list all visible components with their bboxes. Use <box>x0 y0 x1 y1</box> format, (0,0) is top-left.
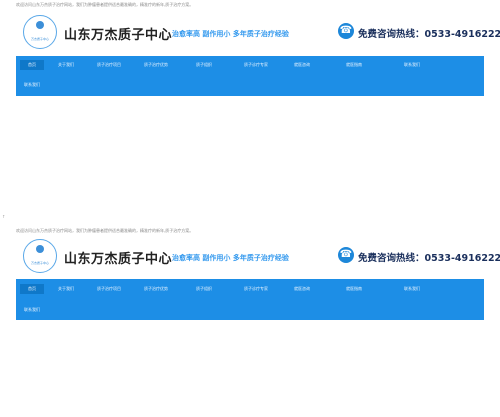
logo-emblem-icon <box>36 21 44 29</box>
nav-item-consult[interactable]: 就医咨询 <box>294 60 310 70</box>
welcome-text: 欢迎访问山东万杰质子治疗网站，我们为肿瘤患者提供适合最准确的，精准疗的新年,质子… <box>16 228 194 233</box>
nav-item-contact[interactable]: 联系我们 <box>404 284 420 294</box>
side-mark: ↑ <box>2 214 6 219</box>
nav-item-organization[interactable]: 质子组织 <box>196 60 212 70</box>
welcome-text: 欢迎访问山东万杰质子治疗网站，我们为肿瘤患者提供适合最准确的，精准疗的新年,质子… <box>16 2 194 7</box>
nav-item-experts[interactable]: 质子诊疗专家 <box>244 60 268 70</box>
hotline: 免费咨询热线：0533-4916222 <box>358 250 500 264</box>
nav-item-organization[interactable]: 质子组织 <box>196 284 212 294</box>
phone-icon: ☎ <box>338 247 354 263</box>
nav-item-experts[interactable]: 质子诊疗专家 <box>244 284 268 294</box>
site-name: 山东万杰质子中心 <box>64 252 173 267</box>
nav-item-about[interactable]: 关于我们 <box>58 60 74 70</box>
nav-item-advantages[interactable]: 质子治疗优势 <box>144 60 168 70</box>
nav-item-guide[interactable]: 就医指南 <box>346 60 362 70</box>
hotline-number[interactable]: 0533-4916222 <box>425 29 500 40</box>
nav-item-about[interactable]: 关于我们 <box>58 284 74 294</box>
nav-item-projects[interactable]: 质子治疗项目 <box>97 60 121 70</box>
slogan: 治愈率高 副作用小 多年质子治疗经验 <box>172 254 289 262</box>
nav-item-guide[interactable]: 就医指南 <box>346 284 362 294</box>
nav-item-contact-2[interactable]: 联系我们 <box>24 80 40 90</box>
nav-item-home[interactable]: 首页 <box>20 284 44 294</box>
nav-item-advantages[interactable]: 质子治疗优势 <box>144 284 168 294</box>
hotline-label: 免费咨询热线： <box>358 253 425 264</box>
nav-item-projects[interactable]: 质子治疗项目 <box>97 284 121 294</box>
nav-item-consult[interactable]: 就医咨询 <box>294 284 310 294</box>
nav-item-home[interactable]: 首页 <box>20 60 44 70</box>
phone-icon: ☎ <box>338 23 354 39</box>
nav-item-contact-2[interactable]: 联系我们 <box>24 305 40 315</box>
hotline-label: 免费咨询热线： <box>358 29 425 40</box>
logo[interactable]: 万杰质子中心 <box>23 239 57 273</box>
site-name: 山东万杰质子中心 <box>64 28 173 43</box>
nav-item-contact[interactable]: 联系我们 <box>404 60 420 70</box>
main-nav: 首页 关于我们 质子治疗项目 质子治疗优势 质子组织 质子诊疗专家 就医咨询 就… <box>16 279 484 320</box>
hotline-number[interactable]: 0533-4916222 <box>425 253 500 264</box>
hotline: 免费咨询热线：0533-4916222 <box>358 26 500 40</box>
slogan: 治愈率高 副作用小 多年质子治疗经验 <box>172 30 289 38</box>
logo-text: 万杰质子中心 <box>30 37 49 41</box>
logo[interactable]: 万杰质子中心 <box>23 15 57 49</box>
logo-emblem-icon <box>36 245 44 253</box>
main-nav: 首页 关于我们 质子治疗项目 质子治疗优势 质子组织 质子诊疗专家 就医咨询 就… <box>16 56 484 96</box>
logo-text: 万杰质子中心 <box>30 261 49 265</box>
